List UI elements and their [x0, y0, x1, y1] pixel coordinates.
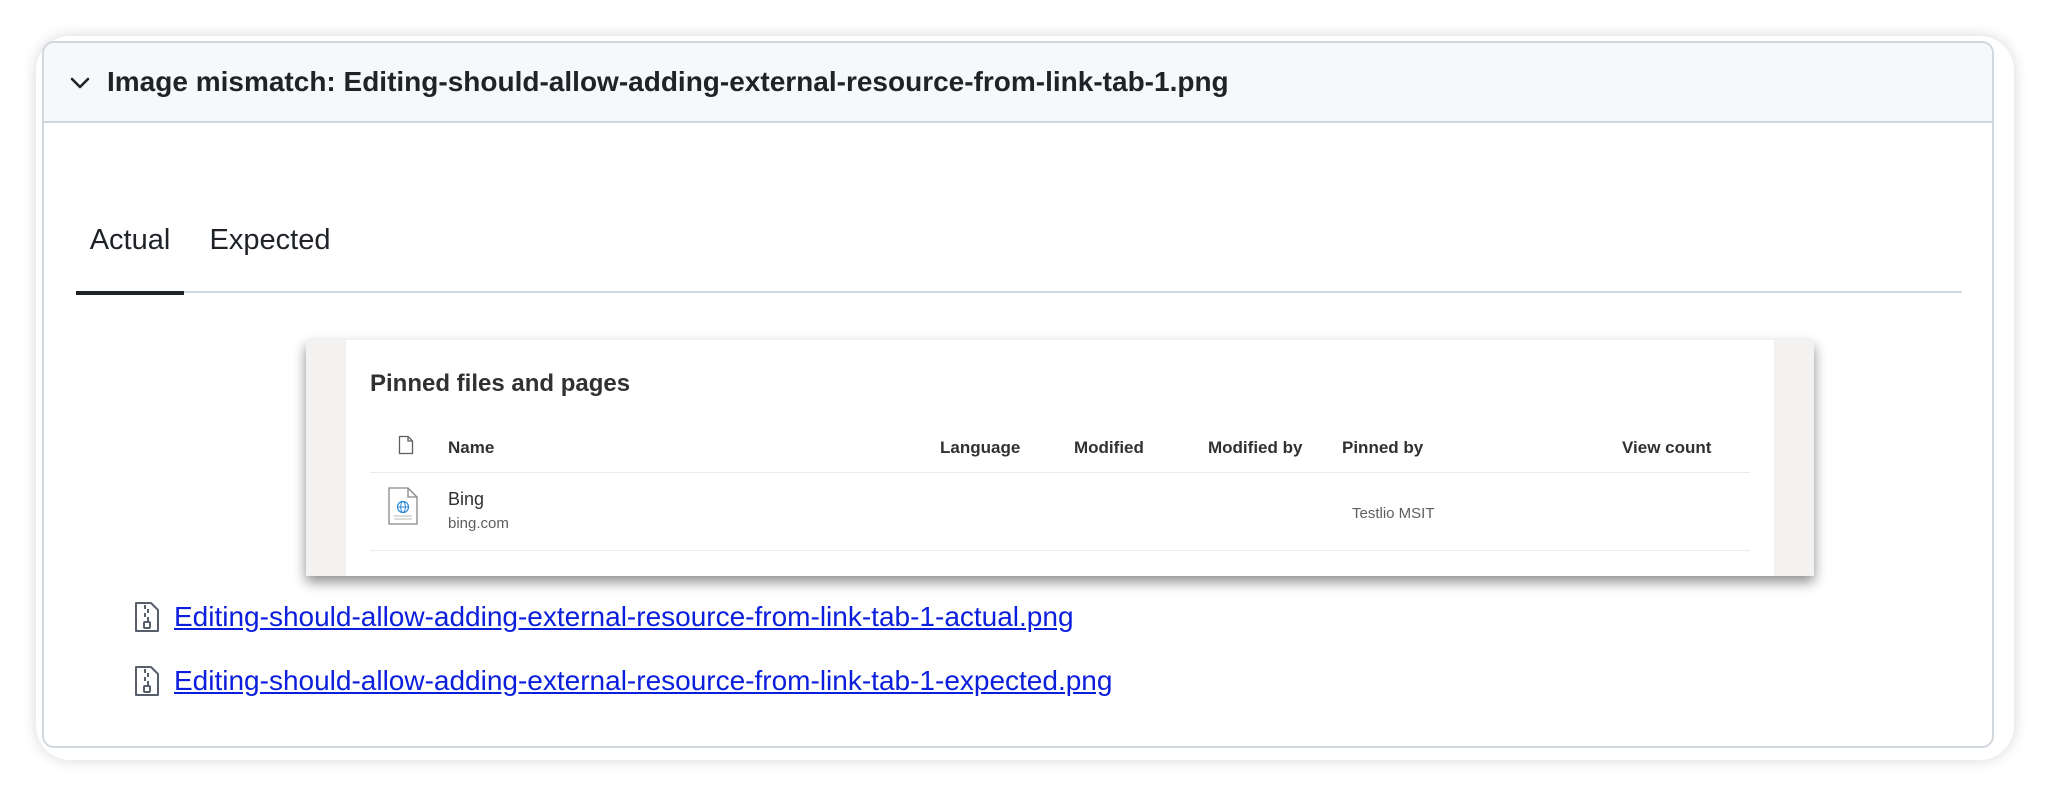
- row-divider: [370, 550, 1750, 551]
- tab-expected[interactable]: Expected: [204, 177, 336, 293]
- list-item-pinned-by: Testlio MSIT: [1352, 505, 1435, 522]
- tab-bar: Actual Expected: [76, 177, 1962, 295]
- attachment-expected: Editing-should-allow-adding-external-res…: [134, 661, 1112, 701]
- globe-file-icon: [388, 487, 418, 525]
- list-item-name[interactable]: Bing: [448, 489, 484, 510]
- actual-screenshot: Pinned files and pages Name Language Mod…: [306, 340, 1814, 576]
- attachment-expected-link[interactable]: Editing-should-allow-adding-external-res…: [174, 665, 1112, 697]
- column-header-view-count[interactable]: View count: [1622, 438, 1711, 458]
- image-mismatch-card: Image mismatch: Editing-should-allow-add…: [42, 41, 1994, 748]
- card-header[interactable]: Image mismatch: Editing-should-allow-add…: [44, 43, 1992, 123]
- column-header-language[interactable]: Language: [940, 438, 1020, 458]
- column-header-modified[interactable]: Modified: [1074, 438, 1144, 458]
- row-divider: [370, 472, 1750, 473]
- column-header-modified-by[interactable]: Modified by: [1208, 438, 1302, 458]
- webpart-title: Pinned files and pages: [370, 370, 631, 397]
- attachment-actual-link[interactable]: Editing-should-allow-adding-external-res…: [174, 601, 1074, 633]
- attachment-actual: Editing-should-allow-adding-external-res…: [134, 597, 1074, 637]
- column-header-pinned-by[interactable]: Pinned by: [1342, 438, 1423, 458]
- chevron-down-icon[interactable]: [66, 69, 94, 97]
- list-item-url: bing.com: [448, 515, 509, 532]
- card-title: Image mismatch: Editing-should-allow-add…: [107, 66, 1229, 97]
- zip-file-icon: [135, 602, 159, 632]
- zip-file-icon: [135, 666, 159, 696]
- pinned-files-webpart: Pinned files and pages Name Language Mod…: [346, 340, 1774, 576]
- file-icon: [398, 435, 414, 455]
- tab-actual[interactable]: Actual: [76, 177, 184, 295]
- column-header-name[interactable]: Name: [448, 438, 494, 458]
